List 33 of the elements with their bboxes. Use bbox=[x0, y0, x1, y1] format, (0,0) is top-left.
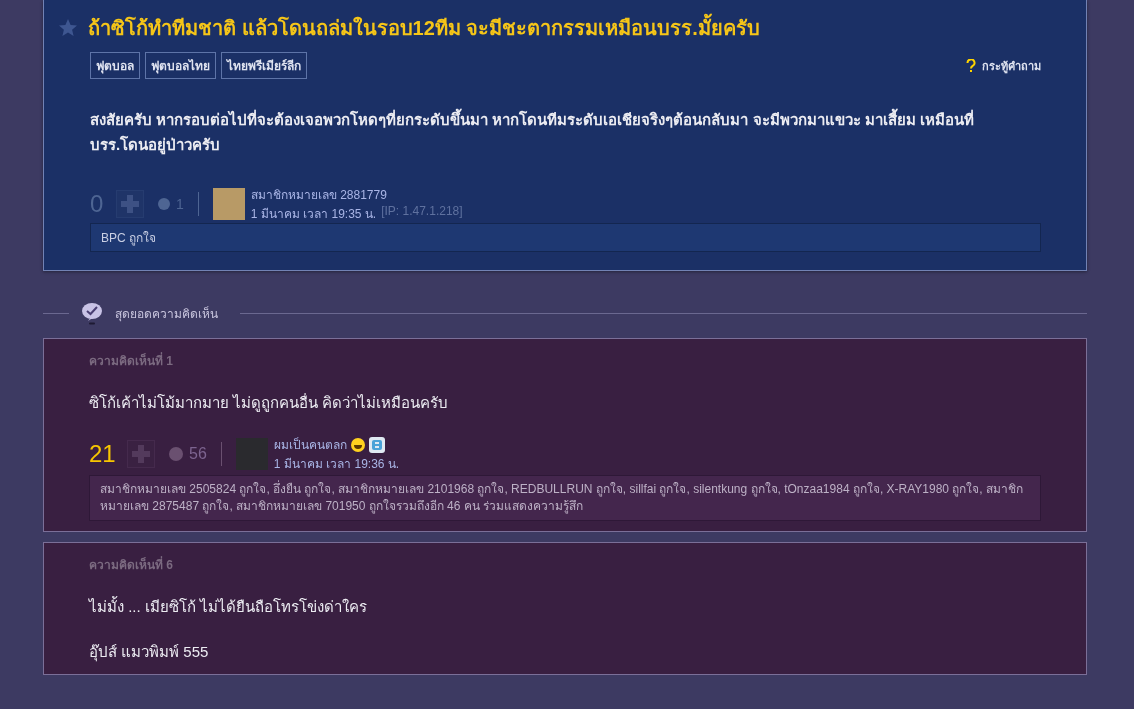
comment-number: ความคิดเห็นที่ 6 bbox=[89, 555, 174, 574]
avatar-photo-placeholder bbox=[212, 188, 245, 220]
author-link[interactable]: สมาชิกหมายเลข 2881779 bbox=[250, 185, 463, 204]
topic-type-label: กระทู้คำถาม bbox=[982, 58, 1041, 75]
comment-text: ซิโก้เค้าไม่โม้มากมาย ไม่ดูถูกคนอื่น คิดว่าไม่เหมือนครับ bbox=[89, 392, 450, 414]
comment-text: อุ๊ปส์ แมวพิมพ์ 555 bbox=[89, 642, 210, 664]
post-time: 1 มีนาคม เวลา 19:36 น. bbox=[273, 456, 400, 473]
star-icon[interactable] bbox=[58, 18, 78, 38]
likes-bar: BPC ถูกใจ bbox=[90, 223, 1041, 252]
emotion-icon[interactable] bbox=[158, 198, 170, 210]
plus-button[interactable] bbox=[116, 190, 144, 218]
plus-icon bbox=[132, 445, 150, 463]
speech-bubble-check-icon bbox=[81, 301, 103, 325]
badge-icon bbox=[368, 436, 385, 453]
question-icon bbox=[966, 58, 976, 73]
ip-address: [IP: 1.47.1.218] bbox=[381, 204, 463, 220]
plus-button[interactable] bbox=[127, 440, 155, 468]
tag-link[interactable]: ไทยพรีเมียร์ลีก bbox=[221, 52, 307, 79]
topic-body: สงสัยครับ หากรอบต่อไปที่จะต้องเจอพวกโหดๆที่ยกระดับขึ้นมา หากโดนทีมระดับเอเชียจริงๆต้อนกลับมา จะมีพวกมาแขวะ มาเสี้ยม เหมือนที่บรร.โดนอยู่ป่าวครับ bbox=[58, 107, 1020, 157]
section-title: สุดยอดความคิดเห็น bbox=[115, 305, 218, 323]
comment-text: ไม่มั้ง ... เมียซิโก้ ไม่ได้ยืนถือโทรโข่งด่าใคร bbox=[89, 595, 368, 617]
tag-link[interactable]: ฟุตบอล bbox=[90, 52, 140, 79]
tag-link[interactable]: ฟุตบอลไทย bbox=[145, 52, 216, 79]
author-link[interactable]: ผมเป็นคนตลก bbox=[273, 435, 347, 454]
emotion-icon[interactable] bbox=[169, 447, 183, 461]
vote-score: 21 bbox=[89, 440, 117, 468]
laughing-face-icon bbox=[350, 437, 365, 452]
comment-number: ความคิดเห็นที่ 1 bbox=[89, 351, 174, 370]
post-time: 1 มีนาคม เวลา 19:35 น. bbox=[250, 206, 377, 223]
likes-bar: สมาชิกหมายเลข 2505824 ถูกใจ, อึ่งยืน ถูกใจ, สมาชิกหมายเลข 2101968 ถูกใจ, REDBULLRUN ถูกใจ, sillfai ถูกใจ, silentkung ถูกใจ, tOnzaa1984 ถูกใจ, X-RAY1980 ถูกใจ, สมาชิกหมายเลข 2875487 ถูกใจ, สมาชิกหมายเลข 701950 ถูกใจรวมถึงอีก 46 คน ร่วมแสดงความรู้สึก bbox=[89, 475, 1041, 521]
reaction-count: 56 bbox=[189, 445, 207, 463]
topic-title: ถ้าซิโก้ทำทีมชาติ แล้วโดนถล่มในรอบ12ทีม จะมีชะตากรรมเหมือนบรร.มั้ยครับ bbox=[88, 12, 760, 44]
plus-icon bbox=[121, 195, 139, 213]
